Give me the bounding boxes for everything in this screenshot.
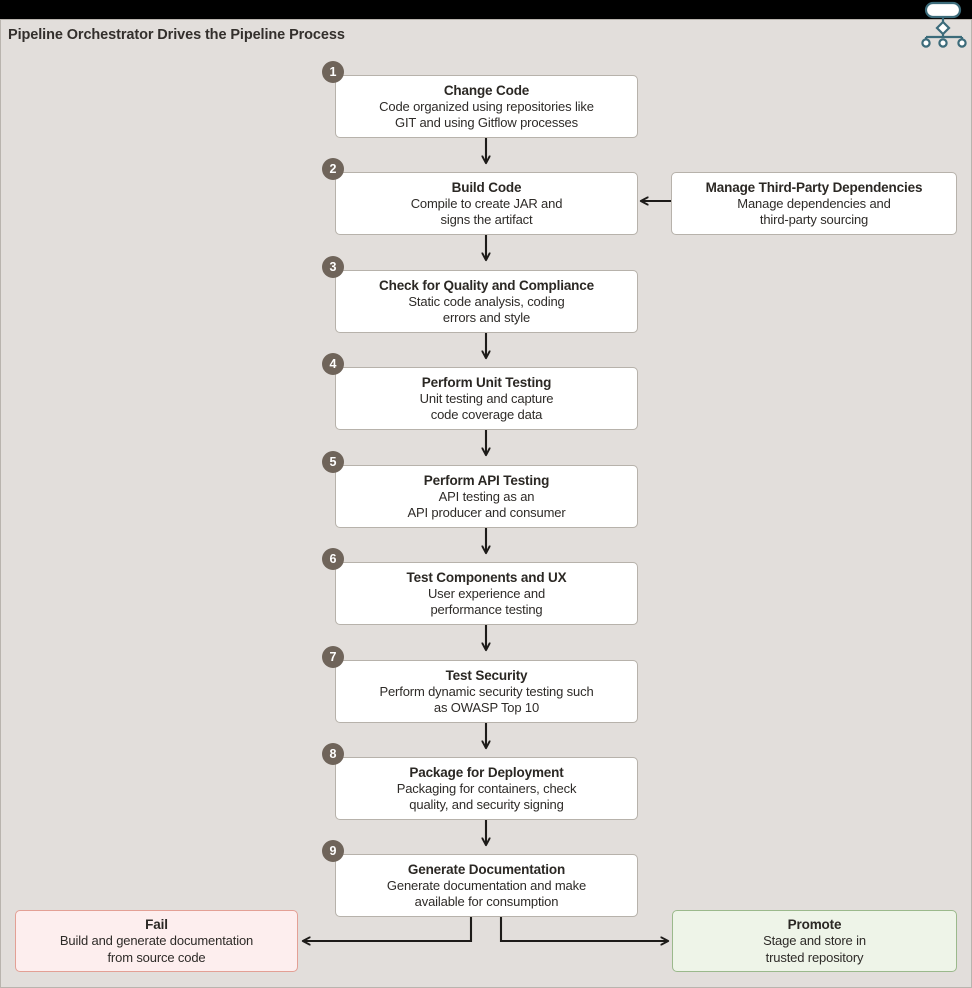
flow-node-7-title: Test Security bbox=[445, 667, 528, 683]
step-badge-8: 8 bbox=[322, 743, 344, 765]
flow-node-8-desc: Packaging for containers, check quality,… bbox=[396, 780, 577, 813]
flow-node-manage-third-party-dependencies[interactable]: Manage Third-Party Dependencies Manage d… bbox=[671, 172, 957, 235]
flow-node-2[interactable]: Build Code Compile to create JAR and sig… bbox=[335, 172, 638, 235]
flow-node-3[interactable]: Check for Quality and Compliance Static … bbox=[335, 270, 638, 333]
outcome-node-fail[interactable]: Fail Build and generate documentation fr… bbox=[15, 910, 298, 972]
flow-node-9-title: Generate Documentation bbox=[407, 861, 566, 877]
flow-node-6-title: Test Components and UX bbox=[406, 569, 567, 585]
flow-node-8[interactable]: Package for Deployment Packaging for con… bbox=[335, 757, 638, 820]
page-title: Pipeline Orchestrator Drives the Pipelin… bbox=[8, 27, 345, 43]
flow-node-1-title: Change Code bbox=[443, 82, 530, 98]
screenshot-root: Pipeline Orchestrator Drives the Pipelin… bbox=[0, 0, 972, 988]
step-badge-3: 3 bbox=[322, 256, 344, 278]
flow-node-7-desc: Perform dynamic security testing such as… bbox=[379, 683, 594, 716]
side-node-title: Manage Third-Party Dependencies bbox=[705, 179, 923, 195]
flow-node-6[interactable]: Test Components and UX User experience a… bbox=[335, 562, 638, 625]
fail-title: Fail bbox=[145, 917, 168, 932]
top-black-bar bbox=[0, 0, 972, 19]
flow-node-7[interactable]: Test Security Perform dynamic security t… bbox=[335, 660, 638, 723]
flow-node-4[interactable]: Perform Unit Testing Unit testing and ca… bbox=[335, 367, 638, 430]
pipeline-orchestrator-icon bbox=[921, 1, 967, 48]
flow-node-6-desc: User experience and performance testing bbox=[427, 585, 546, 618]
flow-node-5[interactable]: Perform API Testing API testing as an AP… bbox=[335, 465, 638, 528]
flow-node-1[interactable]: Change Code Code organized using reposit… bbox=[335, 75, 638, 138]
step-badge-7: 7 bbox=[322, 646, 344, 668]
flow-node-1-desc: Code organized using repositories like G… bbox=[379, 98, 594, 131]
promote-desc: Stage and store in trusted repository bbox=[763, 933, 866, 965]
flow-node-5-desc: API testing as an API producer and consu… bbox=[407, 488, 566, 521]
flow-node-4-desc: Unit testing and capture code coverage d… bbox=[419, 390, 554, 423]
flow-node-4-title: Perform Unit Testing bbox=[421, 374, 552, 390]
step-badge-6: 6 bbox=[322, 548, 344, 570]
step-badge-5: 5 bbox=[322, 451, 344, 473]
flow-node-3-title: Check for Quality and Compliance bbox=[379, 277, 594, 293]
step-badge-9: 9 bbox=[322, 840, 344, 862]
flow-node-5-title: Perform API Testing bbox=[423, 472, 550, 488]
outcome-node-promote[interactable]: Promote Stage and store in trusted repos… bbox=[672, 910, 957, 972]
step-badge-4: 4 bbox=[322, 353, 344, 375]
flow-node-9-desc: Generate documentation and make availabl… bbox=[386, 877, 587, 910]
flow-node-2-title: Build Code bbox=[451, 179, 522, 195]
flow-node-2-desc: Compile to create JAR and signs the arti… bbox=[410, 195, 563, 228]
promote-title: Promote bbox=[787, 917, 842, 932]
flow-node-3-desc: Static code analysis, coding errors and … bbox=[408, 293, 565, 326]
step-badge-2: 2 bbox=[322, 158, 344, 180]
flow-node-9[interactable]: Generate Documentation Generate document… bbox=[335, 854, 638, 917]
side-node-desc: Manage dependencies and third-party sour… bbox=[737, 195, 891, 228]
fail-desc: Build and generate documentation from so… bbox=[59, 933, 254, 965]
flow-node-8-title: Package for Deployment bbox=[409, 764, 564, 780]
step-badge-1: 1 bbox=[322, 61, 344, 83]
